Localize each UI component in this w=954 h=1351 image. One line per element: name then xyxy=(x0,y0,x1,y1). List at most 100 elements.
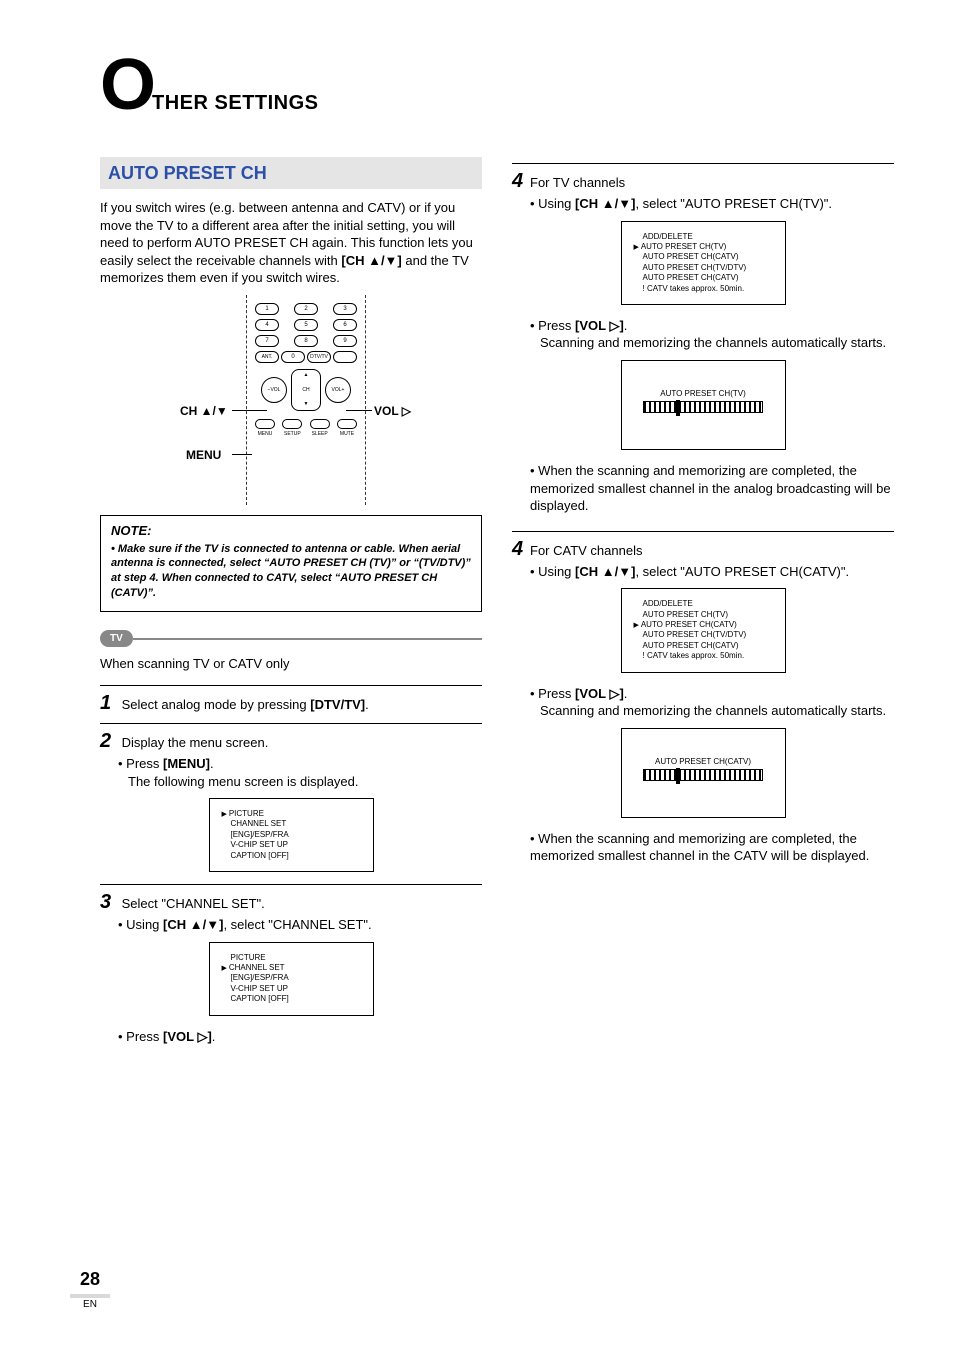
page-number-value: 28 xyxy=(70,1267,110,1291)
step-2-sub-pre: Press xyxy=(126,756,163,771)
remote-key-blank xyxy=(333,351,357,363)
columns: AUTO PRESET CH If you switch wires (e.g.… xyxy=(100,157,894,1045)
result-catv: When the scanning and memorizing are com… xyxy=(530,830,894,865)
tv-tag: TV xyxy=(100,630,133,648)
progress-bar-icon xyxy=(643,769,763,781)
callout-line-ch xyxy=(232,410,267,411)
remote-key-setup: SETUP xyxy=(282,419,302,429)
screen-menu-item: V-CHIP SET UP xyxy=(222,840,361,850)
preset-screen-tv: ADD/DELETEAUTO PRESET CH(TV)AUTO PRESET … xyxy=(621,221,786,305)
step-1-text: Select analog mode by pressing [DTV/TV]. xyxy=(122,697,369,712)
remote-key-ch: ▲ CH ▼ xyxy=(291,369,321,411)
callout-ch: CH ▲/▼ xyxy=(180,403,228,419)
remote-key-sleep-label: SLEEP xyxy=(312,431,328,438)
step-2-sub-line2: The following menu screen is displayed. xyxy=(128,773,482,791)
step-4a-text: For TV channels xyxy=(530,174,625,192)
step-1-bold: [DTV/TV] xyxy=(310,697,365,712)
remote-key-ant: ANT. xyxy=(255,351,279,363)
screen-menu-item: [ENG]/ESP/FRA xyxy=(222,973,361,983)
screen-menu-item: AUTO PRESET CH(CATV) xyxy=(634,252,773,262)
step-4b-sub-bold: [CH ▲/▼] xyxy=(575,564,635,579)
remote-illustration-wrap: 1 2 3 4 5 6 7 8 9 xyxy=(100,295,482,505)
note-body: • Make sure if the TV is connected to an… xyxy=(111,542,471,601)
screen-menu-item: AUTO PRESET CH(TV) xyxy=(634,610,773,620)
remote-key-mute: MUTE xyxy=(337,419,357,429)
remote-key-menu-label: MENU xyxy=(258,431,273,438)
intro-text: If you switch wires (e.g. between antenn… xyxy=(100,199,482,287)
step-4-tv: 4 For TV channels Using [CH ▲/▼], select… xyxy=(512,163,894,515)
step-3-sub-bold: [CH ▲/▼] xyxy=(163,917,223,932)
step-2-sub-post: . xyxy=(210,756,214,771)
step-4a-sub: Using [CH ▲/▼], select "AUTO PRESET CH(T… xyxy=(530,195,894,213)
step-4a-sub-post: , select "AUTO PRESET CH(TV)". xyxy=(635,196,832,211)
page-number-lang: EN xyxy=(70,1298,110,1312)
screen-menu-item: PICTURE xyxy=(222,953,361,963)
menu-screen-1: PICTURECHANNEL SET[ENG]/ESP/FRAV-CHIP SE… xyxy=(209,798,374,872)
callout-vol: VOL ▷ xyxy=(374,403,411,419)
step-4b-text: For CATV channels xyxy=(530,542,642,560)
step-2-text: Display the menu screen. xyxy=(122,735,269,750)
step-1-post: . xyxy=(365,697,369,712)
step-4b-scan: Scanning and memorizing the channels aut… xyxy=(540,702,894,720)
menu-screen-2: PICTURECHANNEL SET[ENG]/ESP/FRAV-CHIP SE… xyxy=(209,942,374,1016)
step-4a-num: 4 xyxy=(512,168,530,195)
screen-menu-item: AUTO PRESET CH(TV/DTV) xyxy=(634,263,773,273)
step-1: 1 Select analog mode by pressing [DTV/TV… xyxy=(100,685,482,717)
title-dropcap: O xyxy=(100,60,154,110)
step-4a-press: Press [VOL ▷]. xyxy=(530,317,894,335)
step-3-sub: Using [CH ▲/▼], select "CHANNEL SET". xyxy=(118,916,482,934)
step-1-num: 1 xyxy=(100,690,118,717)
screen-menu-item: CAPTION [OFF] xyxy=(222,851,361,861)
remote-key-9: 9 xyxy=(333,335,357,347)
result-tv: When the scanning and memorizing are com… xyxy=(530,462,894,515)
note-box: NOTE: • Make sure if the TV is connected… xyxy=(100,515,482,612)
page-title: THER SETTINGS xyxy=(152,90,319,117)
step-4a-sub-pre: Using xyxy=(538,196,575,211)
remote-key-1: 1 xyxy=(255,303,279,315)
step-3-text: Select "CHANNEL SET". xyxy=(122,896,265,911)
progress-screen-tv: AUTO PRESET CH(TV) xyxy=(621,360,786,450)
remote-illustration: 1 2 3 4 5 6 7 8 9 xyxy=(186,295,396,505)
step-3-press: Press [VOL ▷]. xyxy=(118,1028,482,1046)
step-4b-press-post: . xyxy=(624,686,628,701)
progress-screen-catv: AUTO PRESET CH(CATV) xyxy=(621,728,786,818)
remote-key-6: 6 xyxy=(333,319,357,331)
tv-tag-line xyxy=(133,638,482,640)
step-3-num: 3 xyxy=(100,889,118,916)
step-3-press-post: . xyxy=(212,1029,216,1044)
step-4b-num: 4 xyxy=(512,536,530,563)
screen-menu-item: ADD/DELETE xyxy=(634,232,773,242)
step-3-press-pre: Press xyxy=(126,1029,163,1044)
step-3-press-bold: [VOL ▷] xyxy=(163,1029,212,1044)
screen-menu-item: PICTURE xyxy=(222,809,361,819)
subheading: When scanning TV or CATV only xyxy=(100,655,482,673)
step-4b-press-bold: [VOL ▷] xyxy=(575,686,624,701)
section-header: AUTO PRESET CH xyxy=(100,157,482,189)
remote-body: 1 2 3 4 5 6 7 8 9 xyxy=(246,295,366,505)
step-4b-sub-post: , select "AUTO PRESET CH(CATV)". xyxy=(635,564,849,579)
remote-key-menu: MENU xyxy=(255,419,275,429)
screen-menu-item: CAPTION [OFF] xyxy=(222,994,361,1004)
screen-menu-item: CHANNEL SET xyxy=(222,963,361,973)
page-number: 28 EN xyxy=(70,1267,110,1311)
callout-line-menu xyxy=(232,454,252,455)
step-4a-press-post: . xyxy=(624,318,628,333)
step-4a-press-pre: Press xyxy=(538,318,575,333)
remote-key-3: 3 xyxy=(333,303,357,315)
page-title-row: O THER SETTINGS xyxy=(100,60,894,117)
note-title: NOTE: xyxy=(111,522,471,540)
screen-menu-item: AUTO PRESET CH(CATV) xyxy=(634,641,773,651)
step-4-catv: 4 For CATV channels Using [CH ▲/▼], sele… xyxy=(512,531,894,865)
step-2-num: 2 xyxy=(100,728,118,755)
step-4b-sub: Using [CH ▲/▼], select "AUTO PRESET CH(C… xyxy=(530,563,894,581)
screen-menu-item: AUTO PRESET CH(TV) xyxy=(634,242,773,252)
step-4b-sub-pre: Using xyxy=(538,564,575,579)
preset-screen-catv: ADD/DELETEAUTO PRESET CH(TV)AUTO PRESET … xyxy=(621,588,786,672)
step-2-sub-bold: [MENU] xyxy=(163,756,210,771)
step-4a-sub-bold: [CH ▲/▼] xyxy=(575,196,635,211)
screen-menu-item: CHANNEL SET xyxy=(222,819,361,829)
remote-key-vol-down: −VOL xyxy=(261,377,287,403)
remote-key-vol-up: VOL+ xyxy=(325,377,351,403)
progress-label-tv: AUTO PRESET CH(TV) xyxy=(660,389,746,399)
remote-key-sleep: SLEEP xyxy=(310,419,330,429)
